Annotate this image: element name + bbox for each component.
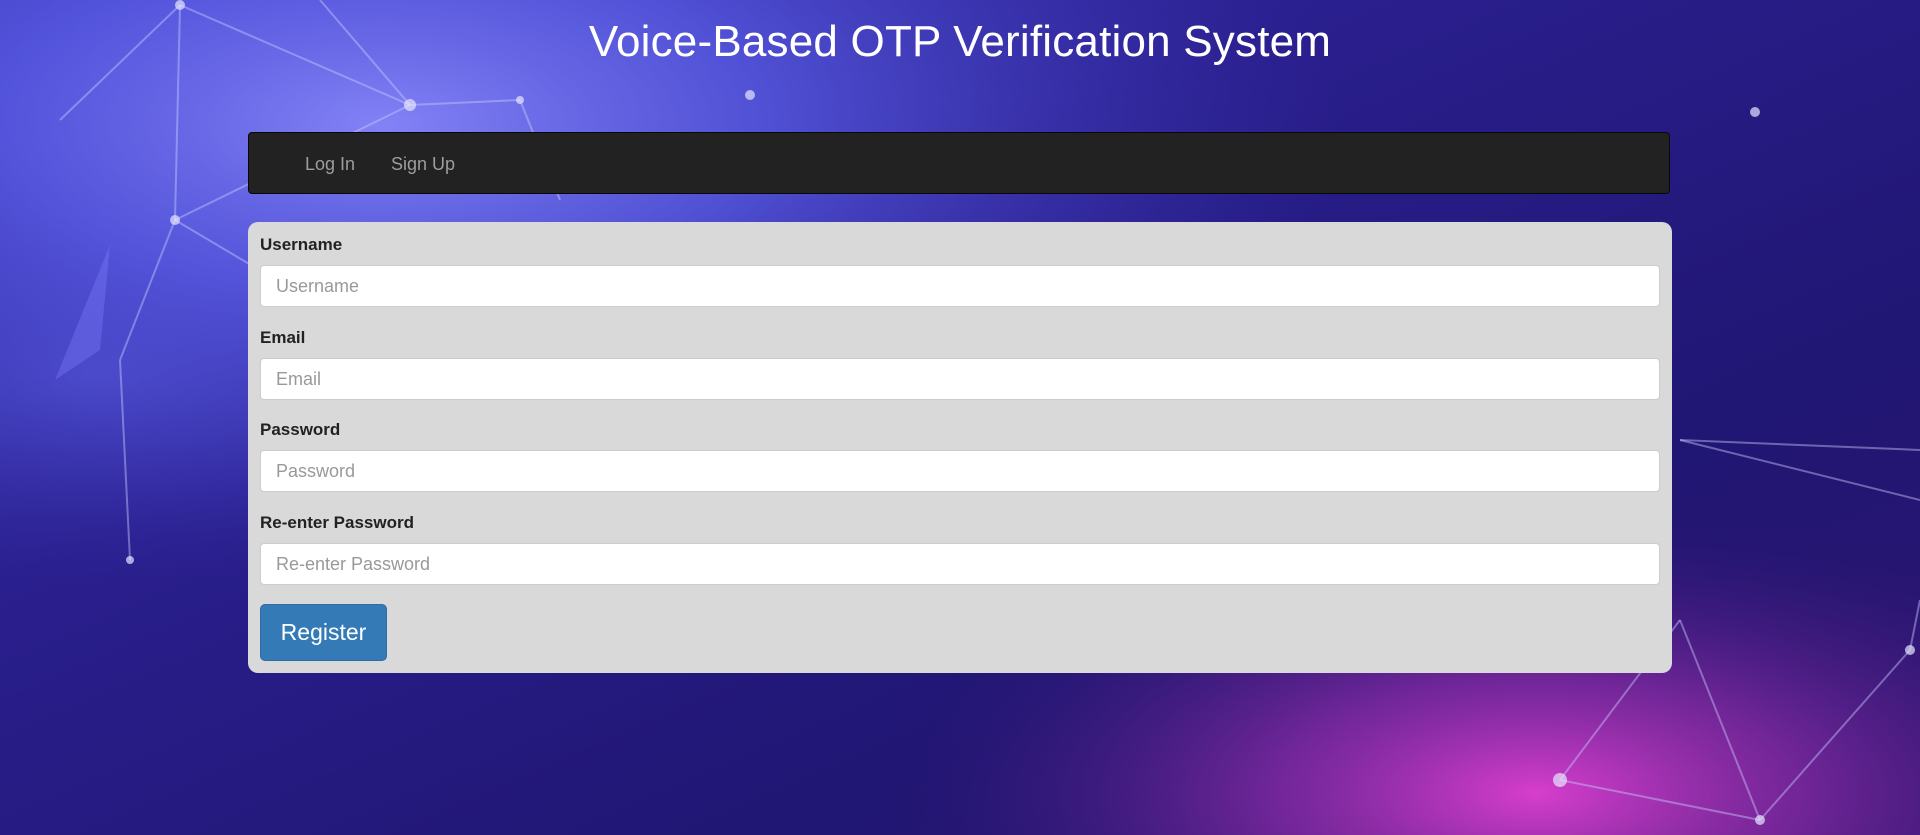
top-navbar: Log In Sign Up xyxy=(248,132,1670,194)
reenter-password-label: Re-enter Password xyxy=(260,513,414,532)
registration-form: Username Email Password Re-enter Passwor… xyxy=(248,222,1672,673)
username-input[interactable] xyxy=(260,265,1660,307)
nav-link-signup[interactable]: Sign Up xyxy=(391,133,455,195)
username-label: Username xyxy=(260,235,343,254)
password-label: Password xyxy=(260,420,341,439)
page-title: Voice-Based OTP Verification System xyxy=(588,17,1332,66)
email-input[interactable] xyxy=(260,358,1660,400)
nav-link-login[interactable]: Log In xyxy=(305,133,355,195)
reenter-password-input[interactable] xyxy=(260,543,1660,585)
password-input[interactable] xyxy=(260,450,1660,492)
email-label: Email xyxy=(260,328,306,347)
register-button[interactable]: Register xyxy=(260,604,387,661)
